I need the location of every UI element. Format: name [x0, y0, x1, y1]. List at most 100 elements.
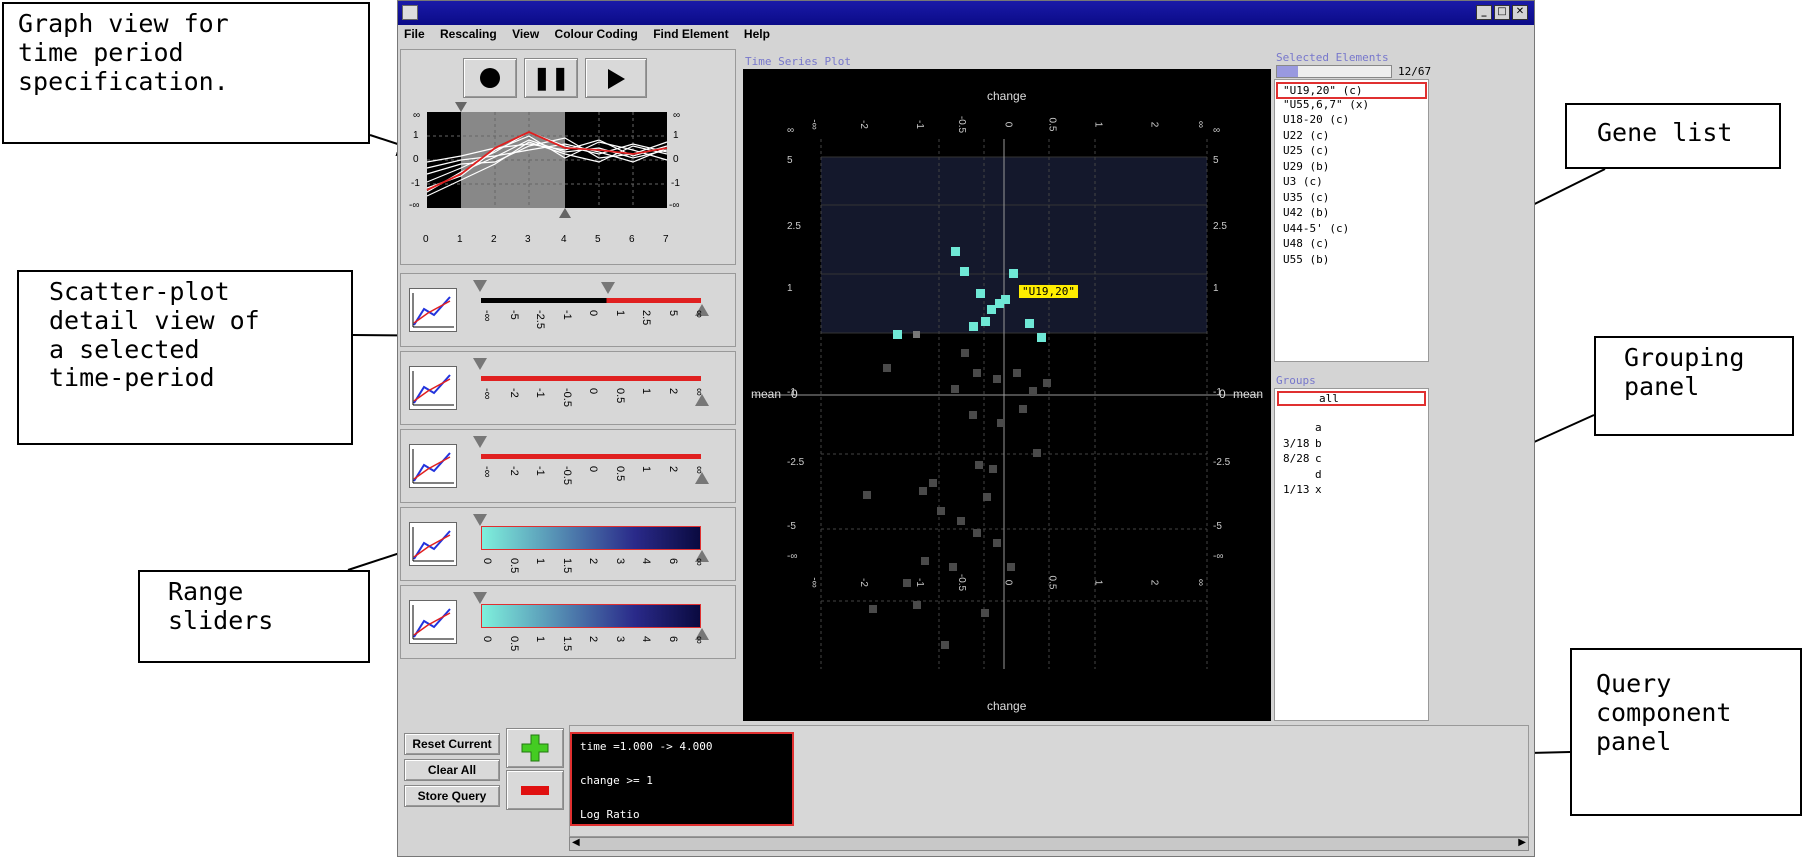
minimize-button[interactable]: _	[1476, 5, 1492, 20]
slider-handle-max-icon[interactable]	[695, 472, 711, 486]
plot-ytick-left: -2.5	[787, 457, 805, 468]
remove-query-button[interactable]	[506, 770, 564, 810]
slider-handle-min-icon[interactable]	[473, 280, 489, 294]
plot-top-label: change	[987, 89, 1027, 103]
plot-ytick-left: 2.5	[787, 221, 801, 232]
query-card[interactable]: time =1.000 -> 4.000 change >= 1 Log Rat…	[570, 732, 794, 826]
slider-track[interactable]	[481, 376, 701, 381]
grouping-panel: all a 3/18 b 8/28 c d 1/13 x	[1274, 388, 1429, 721]
play-button[interactable]	[585, 58, 647, 98]
gene-list-item[interactable]: U35 (c)	[1283, 191, 1329, 204]
slider-tick: 2	[666, 466, 679, 473]
timeline-ytick-right-2: 0	[673, 154, 679, 165]
slider-tick: 0.5	[613, 466, 626, 482]
menu-bar: File Rescaling View Colour Coding Find E…	[398, 27, 776, 47]
group-row[interactable]: 8/28 c	[1283, 452, 1403, 466]
plot-xtick-top: -2	[857, 120, 869, 129]
group-count: 8/28	[1283, 452, 1310, 465]
group-row[interactable]: 1/13 x	[1283, 483, 1403, 497]
gene-list-item[interactable]: U42 (b)	[1283, 206, 1329, 219]
group-row[interactable]: 3/18 b	[1283, 437, 1403, 451]
add-query-button[interactable]	[506, 728, 564, 768]
slider-tick: ∞	[693, 636, 705, 644]
slider-tick: ∞	[693, 388, 705, 396]
gene-list-item[interactable]: U3 (c)	[1283, 175, 1323, 188]
gene-list-item[interactable]: "U19,20" (c)	[1276, 82, 1427, 99]
scroll-left-icon[interactable]: ◀	[572, 837, 580, 848]
query-change: change >= 1	[580, 774, 653, 787]
group-all[interactable]: all	[1277, 391, 1426, 406]
slider-tick: 0	[587, 466, 599, 473]
group-name: d	[1315, 467, 1322, 481]
group-name: a	[1315, 421, 1322, 434]
slider-handle-min-icon[interactable]	[473, 514, 489, 528]
timeline-ytick-left-4: -∞	[409, 200, 420, 211]
gene-list-item[interactable]: U25 (c)	[1283, 144, 1329, 157]
gene-list-item[interactable]: U48 (c)	[1283, 237, 1329, 250]
slider-handle-min-icon[interactable]	[473, 436, 489, 450]
group-row[interactable]: a	[1283, 421, 1403, 435]
group-row[interactable]: d	[1283, 468, 1403, 482]
group-count: 1/13	[1283, 483, 1310, 496]
timeline-ytick-right-0: ∞	[673, 110, 681, 121]
menu-rescaling[interactable]: Rescaling	[440, 27, 497, 41]
plot-ytick-right: -∞	[1213, 551, 1224, 562]
title-bar: _ □ ✕	[398, 1, 1534, 25]
slider-tick: 6	[666, 636, 679, 643]
record-button[interactable]	[463, 58, 517, 98]
gene-list-item[interactable]: U22 (c)	[1283, 129, 1329, 142]
play-icon	[608, 69, 625, 89]
pause-icon: ❚❚	[532, 65, 570, 90]
menu-file[interactable]: File	[404, 27, 425, 41]
scroll-right-icon[interactable]: ▶	[1518, 837, 1526, 848]
timeline-ytick-left-3: -1	[411, 178, 420, 189]
timeline-ytick-right-4: -∞	[669, 200, 680, 211]
slider-tick: -∞	[481, 388, 493, 400]
slider-tick: ∞	[693, 310, 705, 318]
gene-list-item[interactable]: U55 (b)	[1283, 253, 1329, 266]
close-button[interactable]: ✕	[1512, 5, 1528, 20]
slider-handle-max-icon[interactable]	[695, 394, 711, 408]
clear-all-button[interactable]: Clear All	[404, 759, 500, 781]
slider-tick: 1.5	[560, 636, 573, 652]
gene-list-item[interactable]: U29 (b)	[1283, 160, 1329, 173]
query-time: time =1.000 -> 4.000	[580, 740, 713, 753]
plot-xtick-bottom: ∞	[1195, 578, 1207, 587]
plot-ytick-left: -∞	[787, 551, 798, 562]
slider-panel-2: -∞ -2 -1 -0.5 0 0.5 1 2 ∞	[400, 429, 736, 503]
horizontal-scrollbar[interactable]: ◀ ▶	[569, 837, 1529, 851]
slider-handle-mid-icon[interactable]	[601, 282, 615, 294]
menu-help[interactable]: Help	[744, 27, 770, 41]
menu-view[interactable]: View	[512, 27, 539, 41]
plot-ytick-right: -1	[1213, 387, 1222, 398]
time-series-plot-title: Time Series Plot	[745, 55, 851, 68]
plot-ytick-right: ∞	[1213, 125, 1221, 136]
slider-tick: -2	[507, 388, 520, 398]
slider-tick: 2	[666, 388, 679, 395]
plot-ytick-left: -1	[787, 387, 796, 398]
slider-handle-min-icon[interactable]	[473, 358, 489, 372]
slider-track[interactable]	[481, 298, 701, 303]
menu-colour-coding[interactable]: Colour Coding	[555, 27, 638, 41]
slider-panel-4: 0 0.5 1 1.5 2 3 4 6 ∞	[400, 585, 736, 659]
plot-bottom-label: change	[987, 699, 1027, 713]
slider-track[interactable]	[481, 526, 701, 550]
plot-right-label: mean	[1233, 387, 1264, 401]
slider-track[interactable]	[481, 604, 701, 628]
menu-find-element[interactable]: Find Element	[653, 27, 728, 41]
slider-handle-min-icon[interactable]	[473, 592, 489, 606]
query-panel: time =1.000 -> 4.000 change >= 1 Log Rat…	[569, 725, 1529, 837]
gene-list-item[interactable]: "U55,6,7" (x)	[1283, 98, 1369, 111]
reset-current-button[interactable]: Reset Current	[404, 733, 500, 755]
store-query-button[interactable]: Store Query	[404, 785, 500, 807]
groups-title: Groups	[1276, 374, 1316, 387]
slider-tick: -5	[507, 310, 520, 320]
gene-list-item[interactable]: U18-20 (c)	[1283, 113, 1349, 126]
pause-button[interactable]: ❚❚	[524, 58, 578, 98]
maximize-button[interactable]: □	[1494, 5, 1510, 20]
gene-list-item[interactable]: U44-5' (c)	[1283, 222, 1349, 235]
slider-track[interactable]	[481, 454, 701, 459]
plot-xtick-bottom: -1	[913, 578, 925, 587]
plot-xtick-top: 2	[1148, 121, 1160, 128]
timeline-ytick-right-3: -1	[671, 178, 680, 189]
